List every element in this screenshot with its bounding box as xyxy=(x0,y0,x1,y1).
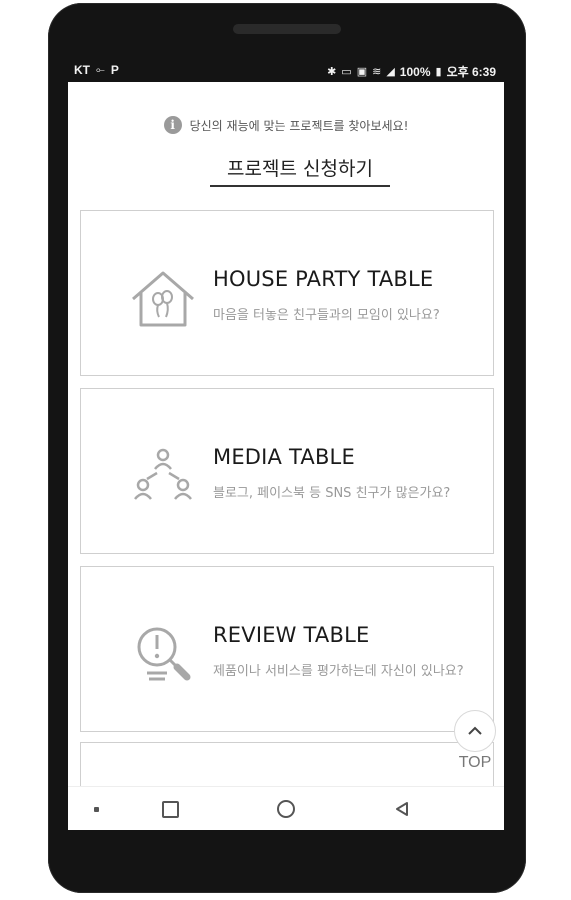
bluetooth-icon: ✱ xyxy=(327,66,337,78)
parking-icon: P xyxy=(110,63,119,77)
hd-icon: ▣ xyxy=(356,66,368,78)
card-house-party[interactable]: HOUSE PARTY TABLE 마음을 터놓은 친구들과의 모임이 있나요? xyxy=(80,210,494,376)
network-people-icon xyxy=(134,448,192,500)
wifi-icon: ≋ xyxy=(372,66,382,78)
card-description: 제품이나 서비스를 평가하는데 자신이 있나요? xyxy=(213,664,464,679)
card-title: HOUSE PARTY TABLE xyxy=(213,267,434,291)
clock: 오후 6:39 xyxy=(446,65,496,79)
nfc-icon: ▭ xyxy=(341,66,352,78)
battery-percent: 100% xyxy=(399,64,431,79)
top-label[interactable]: TOP xyxy=(450,754,500,772)
notice-banner: i 당신의 재능에 맞는 프로젝트를 찾아보세요! xyxy=(68,116,504,134)
card-title: REVIEW TABLE xyxy=(213,623,370,647)
card-description: 마음을 터놓은 친구들과의 모임이 있나요? xyxy=(213,308,440,323)
house-balloons-icon xyxy=(132,271,194,327)
card-media[interactable]: MEDIA TABLE 블로그, 페이스북 등 SNS 친구가 많은가요? xyxy=(80,388,494,554)
recents-icon[interactable] xyxy=(156,795,184,823)
back-icon[interactable] xyxy=(388,795,416,823)
home-icon[interactable] xyxy=(272,795,300,823)
carrier-label: KT xyxy=(74,63,90,77)
phone-speaker xyxy=(233,24,341,34)
chevron-up-icon xyxy=(468,726,482,735)
signal-icon: ◢ xyxy=(386,66,395,78)
page-title: 프로젝트 신청하기 xyxy=(210,154,390,187)
app-screen: i 당신의 재능에 맞는 프로젝트를 찾아보세요! 프로젝트 신청하기 HOUS… xyxy=(68,82,504,830)
scroll-top-button[interactable] xyxy=(454,710,496,752)
review-magnifier-icon xyxy=(137,627,191,681)
card-description: 블로그, 페이스북 등 SNS 친구가 많은가요? xyxy=(213,486,451,501)
card-review[interactable]: REVIEW TABLE 제품이나 서비스를 평가하는데 자신이 있나요? xyxy=(80,566,494,732)
notice-text: 당신의 재능에 맞는 프로젝트를 찾아보세요! xyxy=(189,118,409,133)
status-bar: KT ⟜ P ✱ ▭ ▣ ≋ ◢ 100% ▮ 오후 6:39 xyxy=(68,58,504,82)
android-navbar xyxy=(68,786,504,830)
usb-icon: ⟜ xyxy=(96,63,105,76)
info-icon: i xyxy=(163,116,182,134)
battery-icon: ▮ xyxy=(435,66,442,78)
card-title: MEDIA TABLE xyxy=(213,445,355,469)
menu-dot-icon[interactable] xyxy=(82,795,110,823)
